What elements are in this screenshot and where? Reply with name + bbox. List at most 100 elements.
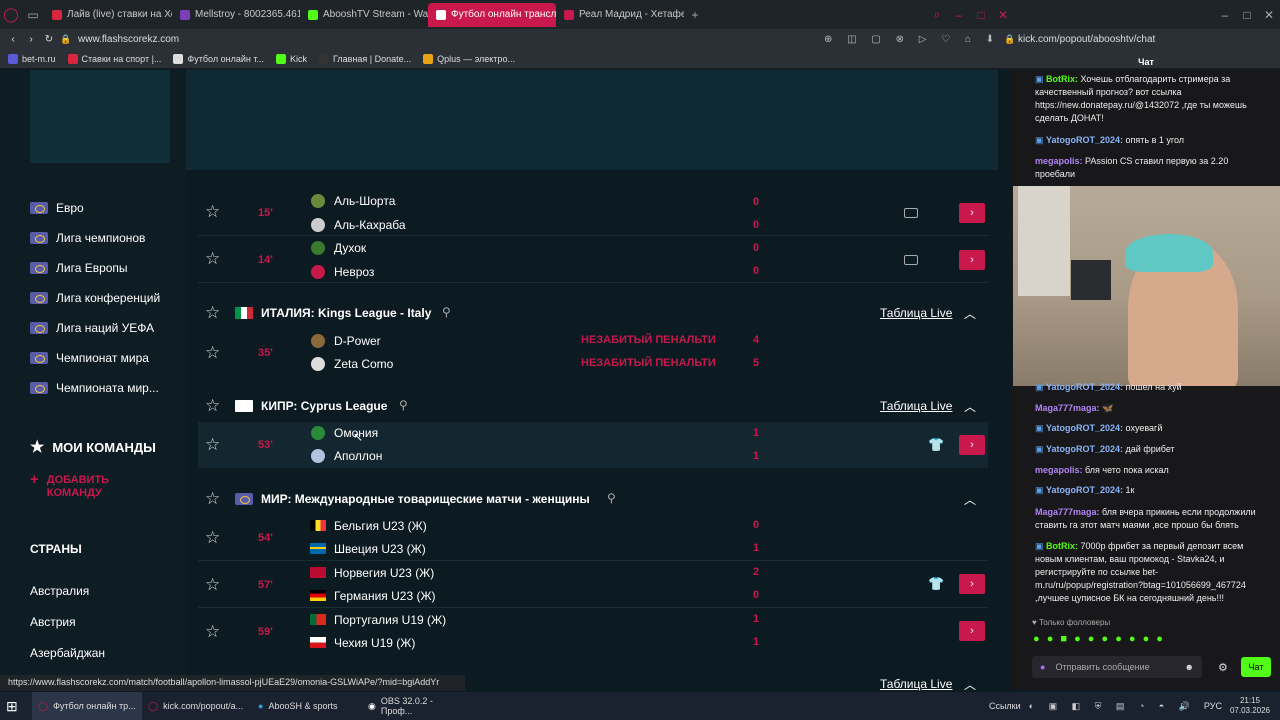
league-name[interactable]: КИПР: Cyprus League — [261, 399, 387, 413]
collapse-chevron-icon[interactable]: ︿ — [964, 398, 976, 415]
browser-tab[interactable]: Mellstroy - 8002365.4617 — [172, 3, 300, 27]
lineup-shirt-icon[interactable]: 👕 — [928, 437, 944, 453]
chat-username[interactable]: Maga777maga: — [1035, 507, 1100, 517]
tab-favicon — [52, 9, 62, 20]
sidebar-item-euro[interactable]: Евро — [30, 201, 84, 215]
bookmark-item[interactable]: Kick — [275, 53, 307, 64]
favorite-star-icon[interactable]: ☆ — [205, 528, 220, 548]
pin-icon[interactable]: ⚲ — [399, 398, 408, 412]
chat-username[interactable]: YatogoROT_2024: — [1046, 382, 1123, 392]
favorite-star-icon[interactable]: ☆ — [205, 435, 220, 455]
url-field[interactable]: www.flashscorekz.com — [74, 34, 824, 45]
forward-icon[interactable]: › — [22, 34, 40, 45]
chat-username[interactable]: Maga777maga: — [1035, 403, 1100, 413]
bet-button[interactable]: › — [959, 621, 985, 641]
tray-icons[interactable]: ◐ ▣ ◧ ⛨ ▤ ◔ ◓ 🔊 — [1029, 701, 1196, 712]
opera-logo-icon[interactable]: ◯ — [0, 4, 22, 26]
favorite-star-icon[interactable]: ☆ — [205, 202, 220, 222]
start-button[interactable]: ⊞ — [0, 692, 32, 720]
pin-icon[interactable]: ⚲ — [442, 305, 451, 319]
minimize-icon[interactable]: – — [1214, 4, 1236, 26]
bookmark-item[interactable]: Qplus — электро... — [423, 53, 515, 64]
taskbar-item[interactable]: ◯ Футбол онлайн тр... — [32, 692, 142, 720]
sidebar-item-world-cup-2[interactable]: Чемпионата мир... — [30, 381, 159, 395]
microphone-icon[interactable]: ● — [1040, 662, 1045, 672]
bookmark-item[interactable]: Футбол онлайн т... — [173, 53, 264, 64]
standings-live-link[interactable]: Таблица Live — [880, 399, 952, 413]
tv-icon[interactable] — [904, 255, 918, 265]
pin-icon[interactable]: ⚲ — [607, 491, 616, 505]
reload-icon[interactable]: ↻ — [40, 34, 58, 45]
toolbar-icons[interactable]: ⊕ ◫ ▢ ⊗ ▷ ♡ ⌂ ⬇ — [824, 34, 1004, 45]
bet-button[interactable]: › — [959, 435, 985, 455]
minimize-icon[interactable]: – — [948, 4, 970, 26]
collapse-chevron-icon[interactable]: ︿ — [964, 305, 976, 322]
favorite-star-icon[interactable]: ☆ — [205, 622, 220, 642]
add-team-button[interactable]: + ДОБАВИТЬ КОМАНДУ — [30, 472, 127, 500]
country-item[interactable]: Азербайджан — [30, 646, 105, 660]
bookmark-item[interactable]: Ставки на спорт |... — [67, 53, 161, 64]
chat-username[interactable]: YatogoROT_2024: — [1046, 423, 1123, 433]
settings-gear-icon[interactable]: ⚙ — [1218, 661, 1228, 674]
standings-live-link[interactable]: Таблица Live — [880, 306, 952, 320]
maximize-icon[interactable]: □ — [970, 4, 992, 26]
taskbar-item[interactable]: ◯ kick.com/popout/a... — [142, 692, 252, 720]
close-icon[interactable]: ✕ — [992, 4, 1014, 26]
sidebar-item-conference-league[interactable]: Лига конференций — [30, 291, 160, 305]
browser-tab[interactable]: AbooshTV Stream - Watc — [300, 3, 428, 27]
bet-button[interactable]: › — [959, 203, 985, 223]
favorite-league-star-icon[interactable]: ☆ — [205, 489, 220, 509]
emoji-icon[interactable]: ☻ — [1185, 662, 1194, 672]
back-icon[interactable]: ‹ — [4, 34, 22, 45]
country-item[interactable]: Австрия — [30, 615, 76, 629]
sidebar-item-nations-league[interactable]: Лига наций УЕФА — [30, 321, 154, 335]
bet-button[interactable]: › — [959, 574, 985, 594]
browser-tab-active[interactable]: Футбол онлайн трансля — [428, 2, 556, 27]
browser-tab[interactable]: Реал Мадрид - Хетафе 2 — [556, 3, 684, 27]
links-toolbar[interactable]: Ссылки — [989, 701, 1021, 711]
chat-username[interactable]: BotRix: — [1046, 541, 1078, 551]
bet-button[interactable]: › — [959, 250, 985, 270]
sidebar-item-europa-league[interactable]: Лига Европы — [30, 261, 128, 275]
chat-url-field[interactable]: kick.com/popout/abooshtv/chat — [1018, 34, 1198, 45]
country-item[interactable]: Австралия — [30, 584, 89, 598]
chat-username[interactable]: YatogoROT_2024: — [1046, 444, 1123, 454]
new-tab-icon[interactable]: + — [684, 4, 706, 26]
sidebar-item-world-cup[interactable]: Чемпионат мира — [30, 351, 149, 365]
chat-username[interactable]: megapolis: — [1035, 465, 1083, 475]
taskbar-item[interactable]: ● AbooSH & sports — [252, 692, 362, 720]
chat-username[interactable]: BotRix: — [1046, 74, 1078, 84]
favorite-league-star-icon[interactable]: ☆ — [205, 396, 220, 416]
league-name[interactable]: МИР: Международные товарищеские матчи - … — [261, 492, 590, 506]
lineup-shirt-icon[interactable]: 👕 — [928, 576, 944, 592]
favorite-star-icon[interactable]: ☆ — [205, 249, 220, 269]
chat-input[interactable]: ● Отправить сообщение ☻ — [1032, 656, 1202, 678]
favorite-league-star-icon[interactable]: ☆ — [205, 303, 220, 323]
clock[interactable]: 21:15 07.03.2026 — [1230, 696, 1270, 716]
bookmark-item[interactable]: bet-m.ru — [8, 53, 56, 64]
search-icon[interactable]: ⌕ — [926, 4, 948, 26]
close-icon[interactable]: ✕ — [1258, 4, 1280, 26]
collapse-chevron-icon[interactable]: ︿ — [964, 676, 976, 693]
chat-send-button[interactable]: Чат — [1241, 657, 1271, 677]
sidebar-item-champions-league[interactable]: Лига чемпионов — [30, 231, 145, 245]
taskbar-item[interactable]: ◉ OBS 32.0.2 - Проф... — [362, 692, 472, 720]
collapse-chevron-icon[interactable]: ︿ — [964, 491, 976, 508]
language-indicator[interactable]: РУС — [1204, 701, 1222, 711]
league-name[interactable]: ИТАЛИЯ: Kings League - Italy — [261, 306, 431, 320]
bookmark-item[interactable]: Главная | Donate... — [318, 53, 411, 64]
chat-username[interactable]: megapolis: — [1035, 156, 1083, 166]
tab-list-icon[interactable]: ▭ — [22, 4, 44, 26]
favorite-star-icon[interactable]: ☆ — [205, 575, 220, 595]
tv-icon[interactable] — [904, 208, 918, 218]
away-team: Zeta Como — [334, 357, 394, 371]
browser-tab[interactable]: Лайв (live) ставки на Хок — [44, 3, 172, 27]
standings-live-link[interactable]: Таблица Live — [880, 677, 952, 691]
arrow-right-icon: › — [970, 439, 974, 451]
emote-row[interactable]: ● ● ■ ● ● ● ● ● ● ● — [1033, 633, 1165, 645]
chat-username[interactable]: YatogoROT_2024: — [1046, 135, 1123, 145]
favorite-star-icon[interactable]: ☆ — [205, 343, 220, 363]
maximize-icon[interactable]: □ — [1236, 4, 1258, 26]
chat-username[interactable]: YatogoROT_2024: — [1046, 485, 1123, 495]
match-minute: 14' — [258, 254, 273, 266]
